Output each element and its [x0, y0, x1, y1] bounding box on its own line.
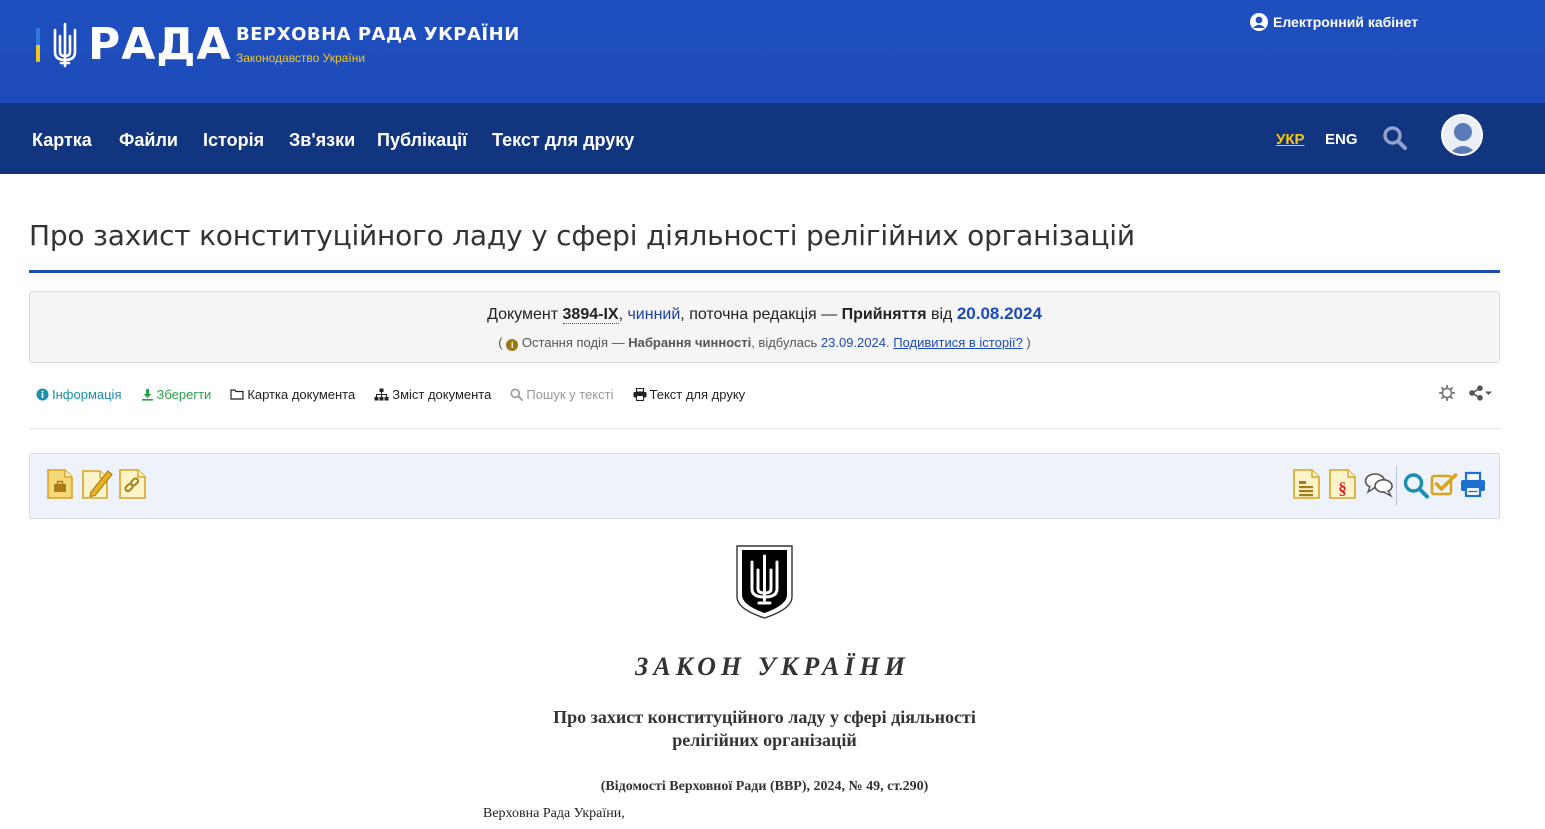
user-circle-icon [1250, 13, 1268, 31]
open-paren: ( [498, 335, 503, 350]
toc-label: Зміст документа [392, 386, 492, 402]
comma: , [618, 306, 624, 323]
lang-ukr[interactable]: УКР [1276, 131, 1305, 148]
document-list-icon[interactable] [1292, 468, 1322, 500]
trident-icon [53, 22, 77, 68]
print-label: Текст для друку [649, 386, 746, 402]
site-subtitle[interactable]: Законодавство України [236, 51, 520, 65]
download-icon [141, 388, 153, 401]
site-title[interactable]: ВЕРХОВНА РАДА УКРАЇНИ [236, 24, 520, 45]
top-header: РАДА ВЕРХОВНА РАДА УКРАЇНИ Законодавство… [0, 0, 1545, 103]
law-title: Про захист конституційного ладу у сфері … [0, 706, 1529, 752]
print-icon[interactable] [1459, 468, 1487, 500]
doc-stage: Прийняття [841, 306, 927, 323]
info-label: Інформація [52, 386, 122, 402]
info-icon: i [506, 339, 519, 351]
info-button[interactable]: Інформація [36, 387, 122, 402]
doc-number[interactable]: 3894-IX [562, 306, 619, 324]
logo-text: ВЕРХОВНА РАДА УКРАЇНИ Законодавство Укра… [236, 24, 520, 65]
panel-separator [1396, 466, 1397, 506]
search-icon[interactable] [1382, 125, 1408, 151]
cabinet-label: Електронний кабінет [1273, 14, 1419, 30]
logo-word: РАДА [88, 19, 232, 70]
document-card-button[interactable]: Картка документа [230, 387, 355, 402]
history-link[interactable]: Подивитися в історії? [893, 335, 1023, 350]
event-date: 23.09.2024 [820, 335, 886, 350]
toolbar-divider [29, 428, 1500, 429]
search-icon[interactable] [1402, 468, 1430, 500]
page-title: Про захист конституційного ладу у сфері … [29, 219, 1135, 252]
document-toolbar: Інформація Зберегти Картка документа Змі… [36, 385, 764, 403]
share-icon[interactable] [1468, 385, 1494, 401]
print-icon [633, 387, 646, 401]
coat-of-arms-icon [736, 545, 793, 619]
status-line: Документ 3894-IX, чинний, поточна редакц… [30, 304, 1499, 324]
folder-icon [230, 389, 244, 400]
nav-item-history[interactable]: Історія [203, 130, 264, 151]
main-nav: Картка Файли Історія Зв'язки Публікації … [0, 103, 1545, 174]
paragraph-document-icon[interactable]: § [1328, 468, 1358, 500]
document-icon-panel: § [29, 453, 1500, 519]
card-label: Картка документа [247, 386, 356, 402]
nav-item-links[interactable]: Зв'язки [289, 130, 355, 151]
info-circle-icon [36, 388, 49, 400]
nav-item-print-text[interactable]: Текст для друку [492, 130, 634, 151]
search-label: Пошук у тексті [526, 386, 614, 402]
law-source: (Відомості Верховної Ради (ВВР), 2024, №… [600, 779, 929, 794]
link-document-icon[interactable] [118, 468, 148, 500]
user-avatar-icon[interactable] [1441, 114, 1483, 156]
cabinet-link[interactable]: Електронний кабінет [1249, 12, 1418, 32]
svg-text:§: § [1338, 479, 1347, 498]
search-icon [510, 388, 524, 401]
dot: . [885, 335, 890, 350]
law-title-line1: Про захист конституційного ладу у сфері … [553, 707, 976, 727]
flag-bar [36, 28, 40, 62]
sitemap-icon [374, 388, 389, 400]
happened-text: , відбулась [751, 335, 818, 350]
law-first-line: Верховна Рада України, [483, 806, 625, 821]
comments-icon[interactable] [1364, 468, 1394, 500]
site-logo[interactable]: РАДА [36, 22, 232, 68]
document-status-box: Документ 3894-IX, чинний, поточна редакц… [29, 291, 1500, 363]
edition-text: , поточна редакція — [680, 306, 838, 323]
law-heading: ЗАКОН УКРАЇНИ [635, 652, 910, 681]
nav-item-publications[interactable]: Публікації [377, 130, 467, 151]
edit-document-icon[interactable] [81, 468, 113, 500]
search-in-text-button[interactable]: Пошук у тексті [510, 386, 614, 402]
case-file-icon[interactable] [45, 468, 75, 500]
save-label: Зберегти [156, 386, 212, 402]
nav-item-card[interactable]: Картка [32, 130, 92, 151]
law-title-line2: релігійних організацій [672, 730, 857, 750]
save-button[interactable]: Зберегти [141, 386, 212, 402]
table-of-contents-button[interactable]: Зміст документа [374, 387, 491, 402]
from-text: від [930, 306, 953, 323]
avatar-silhouette [1449, 123, 1477, 154]
doc-date: 20.08.2024 [956, 304, 1042, 323]
last-event-line: ( i Остання подія — Набрання чинності, в… [30, 335, 1499, 351]
gear-icon[interactable] [1439, 385, 1455, 401]
print-text-button[interactable]: Текст для друку [633, 386, 746, 402]
doc-prefix: Документ [487, 306, 559, 323]
last-event: Набрання чинності [628, 335, 752, 350]
nav-item-files[interactable]: Файли [119, 130, 178, 151]
last-event-label: Остання подія — [521, 335, 625, 350]
checkbox-icon[interactable] [1430, 468, 1458, 500]
title-divider [29, 270, 1500, 273]
close-paren: ) [1026, 335, 1031, 350]
doc-validity[interactable]: чинний [627, 306, 680, 323]
lang-eng[interactable]: ENG [1325, 131, 1358, 148]
